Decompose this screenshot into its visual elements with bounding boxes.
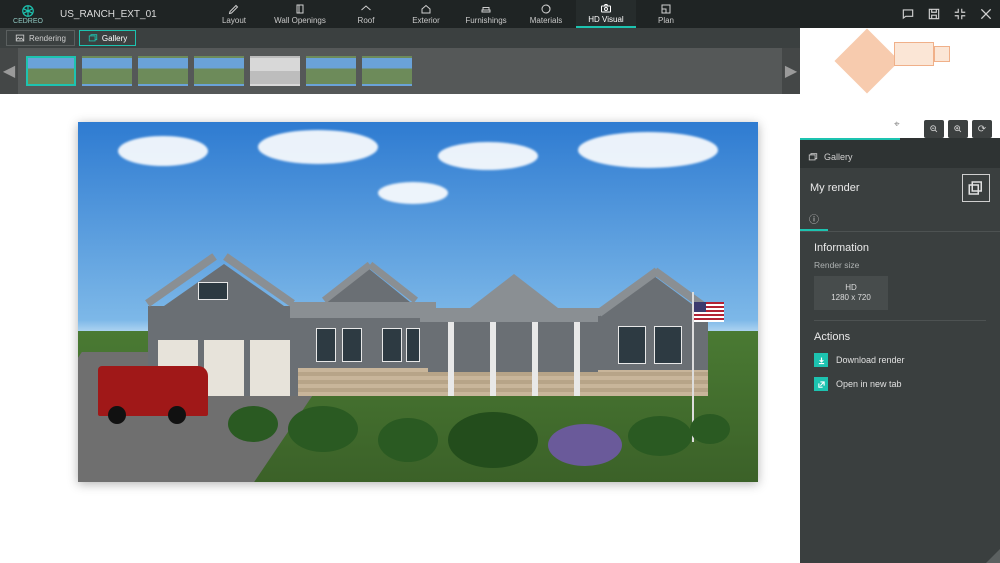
info-section: Information Render size HD 1280 x 720 [800,232,1000,325]
roof-icon [359,3,373,15]
thumbnail[interactable] [82,56,132,86]
compass-icon: ⌖ [894,119,900,130]
download-render-button[interactable]: Download render [814,353,986,367]
download-icon [814,353,828,367]
resize-handle[interactable] [986,549,1000,563]
door-icon [293,3,307,15]
sofa-icon [479,3,493,15]
tool-wall-openings[interactable]: Wall Openings [264,0,336,28]
section-heading: Actions [814,331,986,343]
tool-plan[interactable]: Plan [636,0,696,28]
zoom-in-button[interactable] [948,120,968,138]
brand-text: CEDREO [13,18,43,25]
house-icon [419,3,433,15]
tool-label: Plan [658,16,674,25]
inspector-breadcrumb: Gallery [800,146,1000,168]
floorplan-thumbnail [850,36,950,92]
inspector-title: My render [810,182,860,194]
tab-rendering[interactable]: Rendering [6,30,75,46]
top-bar: CEDREO US_RANCH_EXT_01 Layout Wall Openi… [0,0,1000,28]
thumbnail[interactable] [306,56,356,86]
brand-logo: CEDREO [0,0,56,28]
tool-label: HD Visual [588,15,623,24]
swatch-icon [539,3,553,15]
tool-label: Furnishings [465,16,506,25]
image-icon [15,33,25,43]
tool-roof[interactable]: Roof [336,0,396,28]
tab-label: Gallery [102,34,127,43]
thumbnail[interactable] [138,56,188,86]
tool-label: Layout [222,16,246,25]
tool-label: Wall Openings [274,16,326,25]
tool-hd-visual[interactable]: HD Visual [576,0,636,28]
topbar-right [900,0,994,28]
gallery-icon [88,33,98,43]
section-heading: Information [814,242,986,254]
camera-icon [599,2,613,14]
close-icon[interactable] [978,6,994,22]
tool-label: Exterior [412,16,440,25]
info-tab[interactable]: ⓘ [800,208,828,231]
tool-label: Materials [530,16,562,25]
collapse-icon[interactable] [952,6,968,22]
render-preview [78,122,758,482]
project-name: US_RANCH_EXT_01 [56,9,157,20]
sub-bar: Rendering Gallery [0,28,800,48]
gallery-stack-button[interactable] [962,174,990,202]
pencil-icon [227,3,241,15]
render-size-option[interactable]: HD 1280 x 720 [814,276,888,310]
stack-icon [967,179,985,197]
action-label: Download render [836,355,905,365]
inspector-subtabs: ⓘ [800,208,1000,232]
action-label: Open in new tab [836,379,902,389]
render-size-label: Render size [814,260,986,270]
tool-furnishings[interactable]: Furnishings [456,0,516,28]
recenter-button[interactable]: ⟳ [972,120,992,138]
inspector-panel: Gallery My render ⓘ Information Render s… [800,138,1000,563]
tool-layout[interactable]: Layout [204,0,264,28]
plan-icon [659,3,673,15]
canvas-area [0,94,800,563]
inspector-title-row: My render [800,168,1000,208]
tool-exterior[interactable]: Exterior [396,0,456,28]
zoom-out-button[interactable] [924,120,944,138]
tab-label: Rendering [29,34,66,43]
map-controls: ⟳ [924,120,992,140]
external-icon [814,377,828,391]
thumbnail-strip: ◀ ▶ [0,48,800,94]
mini-map[interactable]: ⌖ ⟳ [800,28,1000,138]
thumbnail[interactable] [26,56,76,86]
tool-label: Roof [358,16,375,25]
strip-prev[interactable]: ◀ [0,48,18,94]
gallery-icon [808,152,818,162]
size-value: 1280 x 720 [831,293,871,303]
size-name: HD [845,283,857,293]
open-new-tab-button[interactable]: Open in new tab [814,377,986,391]
strip-next[interactable]: ▶ [782,48,800,94]
thumbnail[interactable] [362,56,412,86]
tab-gallery[interactable]: Gallery [79,30,136,46]
save-icon[interactable] [926,6,942,22]
thumbnail-row [18,56,420,86]
thumbnail[interactable] [194,56,244,86]
tool-materials[interactable]: Materials [516,0,576,28]
chat-icon[interactable] [900,6,916,22]
thumbnail[interactable] [250,56,300,86]
actions-section: Actions Download render Open in new tab [800,325,1000,395]
main-toolbar: Layout Wall Openings Roof Exterior Furni… [204,0,696,28]
inspector-breadcrumb-label: Gallery [824,152,853,162]
